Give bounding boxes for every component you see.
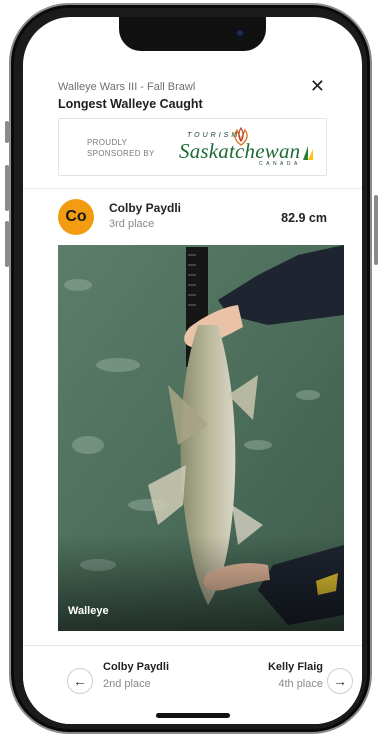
divider: [23, 188, 362, 189]
catch-length: 82.9 cm: [281, 211, 327, 225]
phone-volume-down: [5, 221, 9, 267]
catch-photo[interactable]: Walleye: [58, 245, 344, 631]
phone-mute-switch: [5, 121, 9, 143]
logo-tourism-text: TOURISM: [187, 132, 241, 139]
category-title: Longest Walleye Caught: [58, 97, 203, 111]
next-entry-name[interactable]: Kelly Flaig: [268, 661, 323, 673]
next-entry-place: 4th place: [278, 678, 323, 690]
phone-frame: Walleye Wars III - Fall Brawl Longest Wa…: [5, 3, 378, 734]
phone-power-button: [374, 195, 378, 265]
sponsor-line-1: PROUDLY: [87, 138, 128, 147]
flag-icon: [303, 146, 313, 160]
arrow-right-icon: →: [333, 673, 347, 689]
entry-row: Co Colby Paydli 3rd place 82.9 cm: [58, 197, 327, 241]
phone-volume-up: [5, 165, 9, 211]
previous-entry-name[interactable]: Colby Paydli: [103, 661, 169, 673]
angler-place: 3rd place: [109, 218, 155, 230]
next-entry-button[interactable]: →: [327, 668, 353, 694]
previous-entry-button[interactable]: ←: [67, 668, 93, 694]
species-label: Walleye: [68, 605, 109, 617]
previous-entry-place: 2nd place: [103, 678, 151, 690]
sponsor-caption: PROUDLY SPONSORED BY: [87, 137, 155, 159]
modal-header: Walleye Wars III - Fall Brawl Longest Wa…: [58, 65, 327, 125]
sponsor-line-2: SPONSORED BY: [87, 149, 155, 158]
angler-name: Colby Paydli: [109, 201, 182, 215]
avatar: Co: [58, 199, 94, 235]
notch: [119, 17, 266, 51]
sponsor-logo: TOURISM Saskatchewan CANADA: [179, 127, 319, 169]
home-indicator: [156, 713, 230, 718]
close-icon[interactable]: ✕: [310, 77, 325, 95]
walleye-photo-illustration: [58, 245, 344, 631]
sponsor-banner[interactable]: PROUDLY SPONSORED BY TOURISM Saskatchewa…: [58, 118, 327, 176]
phone-screen: Walleye Wars III - Fall Brawl Longest Wa…: [23, 17, 362, 724]
camera-icon: [235, 28, 245, 38]
event-name: Walleye Wars III - Fall Brawl: [58, 81, 196, 93]
arrow-left-icon: ←: [73, 673, 87, 689]
logo-canada-text: CANADA: [259, 161, 301, 167]
